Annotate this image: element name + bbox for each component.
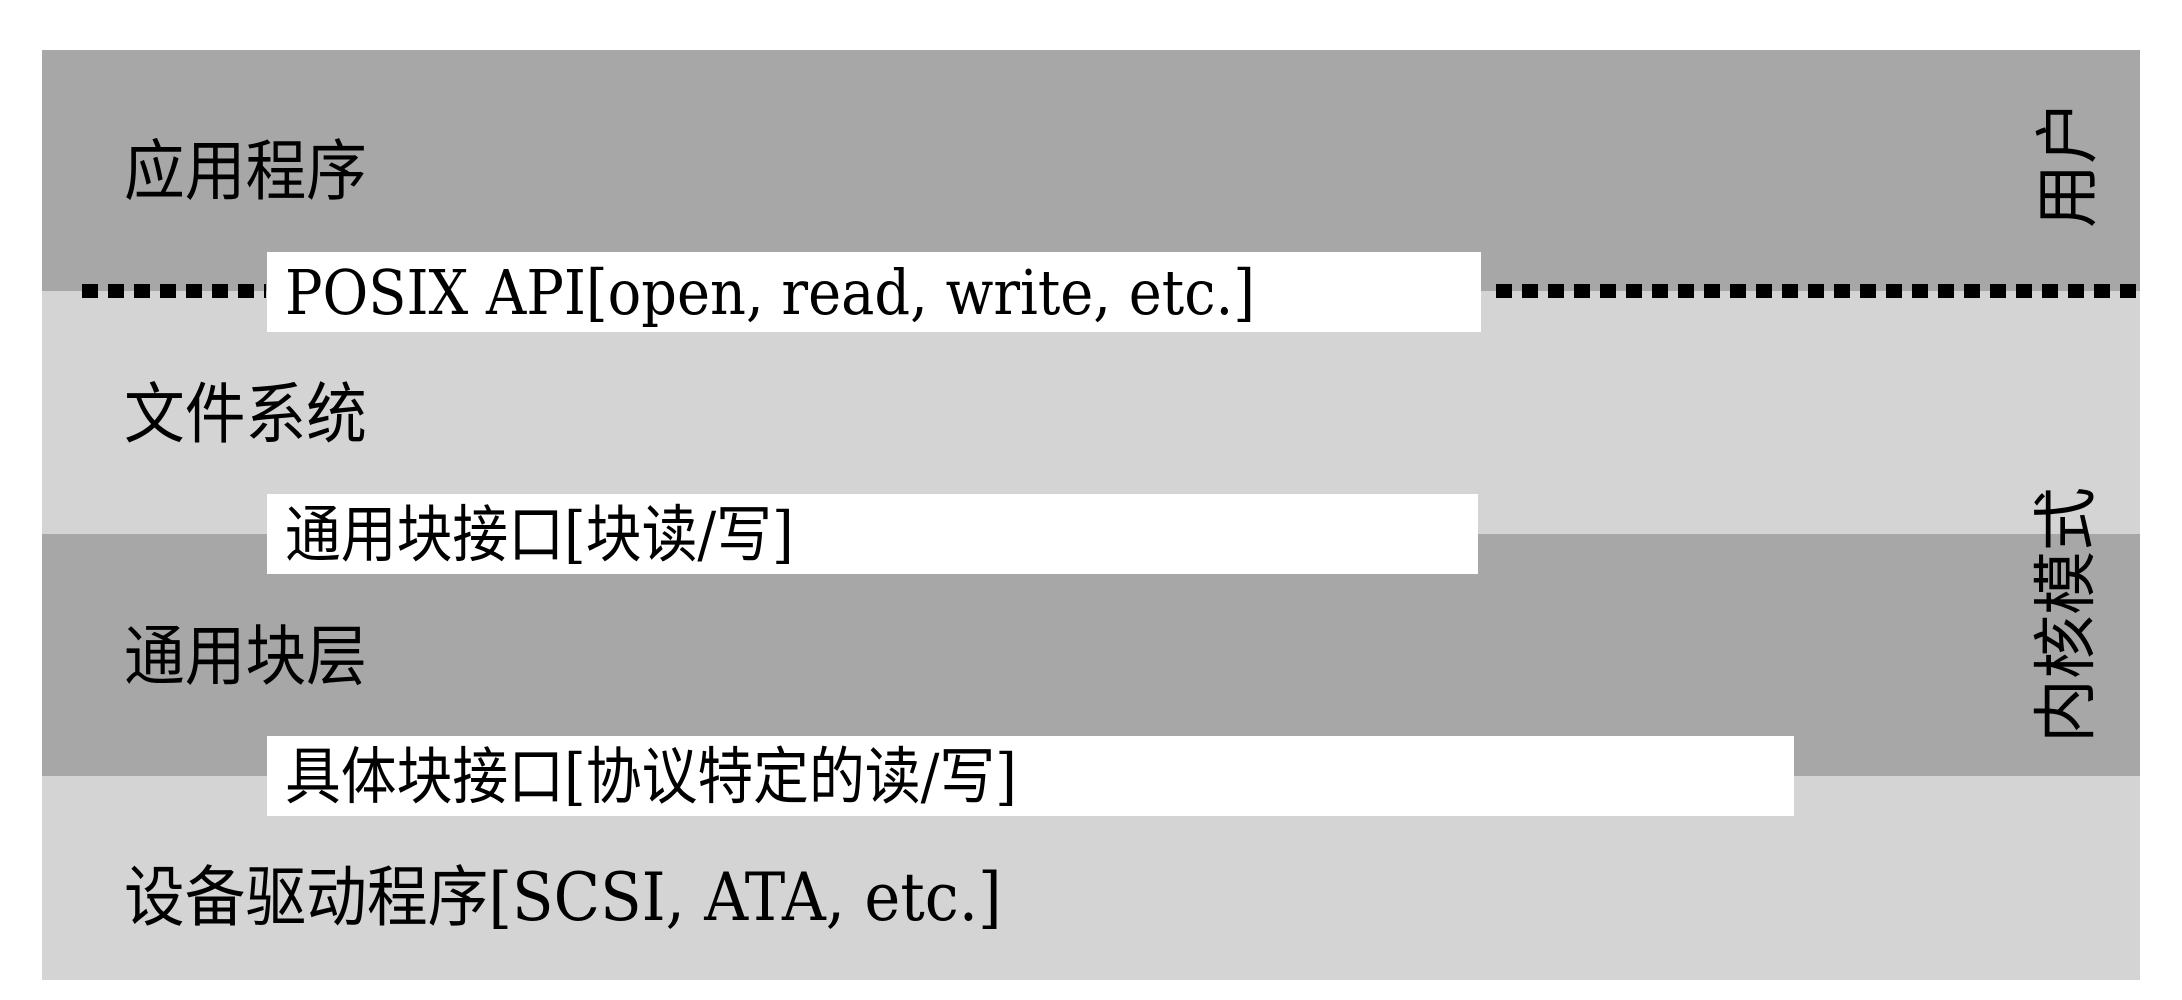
kernel-mode-label: 内核模式 — [2030, 487, 2104, 743]
storage-stack-diagram: 应用程序 文件系统 通用块层 设备驱动程序[SCSI, ATA, etc.] P… — [0, 0, 2182, 1000]
generic-block-interface-label: 通用块接口[块读/写] — [285, 498, 794, 571]
posix-api-label: POSIX API[open, read, write, etc.] — [285, 256, 1255, 329]
user-mode-label: 用户 — [2032, 100, 2106, 228]
application-layer-label: 应用程序 — [124, 133, 367, 210]
specific-block-interface: 具体块接口[协议特定的读/写] — [267, 736, 1794, 816]
specific-block-interface-label: 具体块接口[协议特定的读/写] — [285, 740, 1017, 813]
posix-api-interface: POSIX API[open, read, write, etc.] — [267, 252, 1481, 332]
user-kernel-boundary-right — [1496, 284, 2140, 298]
generic-block-layer-label: 通用块层 — [124, 618, 367, 695]
file-system-layer-label: 文件系统 — [124, 376, 367, 453]
device-driver-layer-label: 设备驱动程序[SCSI, ATA, etc.] — [124, 859, 1002, 936]
generic-block-interface: 通用块接口[块读/写] — [267, 494, 1478, 574]
user-kernel-boundary-left — [82, 284, 266, 298]
